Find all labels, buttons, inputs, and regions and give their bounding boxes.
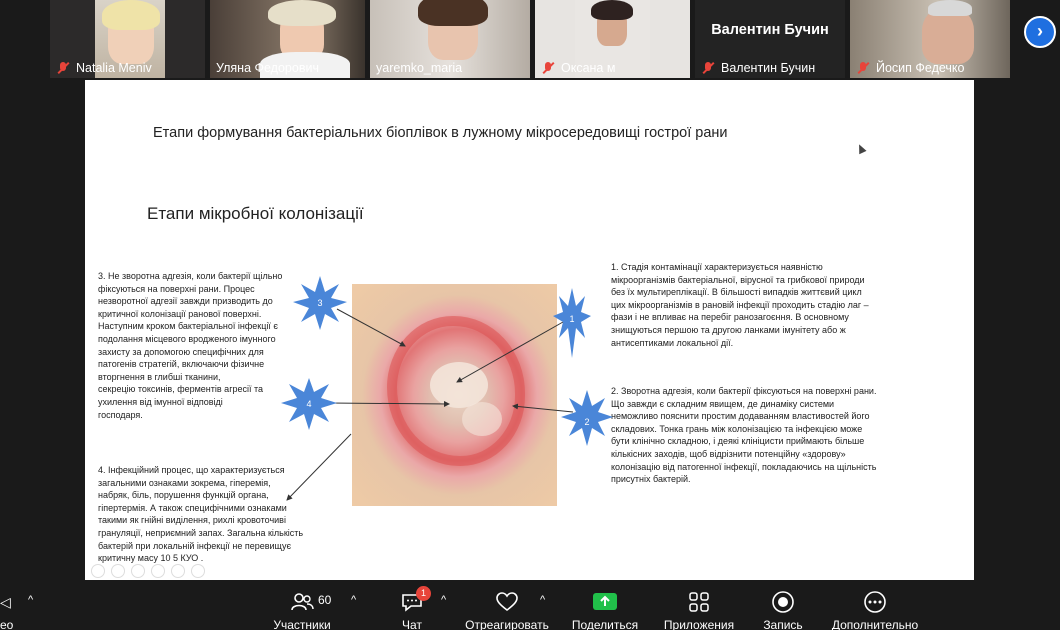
- mic-muted-icon: [701, 61, 715, 75]
- prev-slide-icon[interactable]: [91, 564, 105, 578]
- participants-icon: [291, 593, 314, 611]
- video-icon[interactable]: ◁: [0, 594, 11, 611]
- star-2: 2: [561, 390, 613, 446]
- apps-button[interactable]: Приложения: [660, 580, 738, 630]
- star-4: 4: [281, 378, 337, 430]
- participant-tile-valentyn[interactable]: Валентин Бучин Валентин Бучин: [695, 0, 845, 78]
- star-3: 3: [293, 276, 347, 330]
- next-slide-icon[interactable]: [111, 564, 125, 578]
- heart-icon: [496, 592, 518, 612]
- participant-hair: [928, 0, 972, 16]
- chat-unread-badge: 1: [416, 586, 431, 601]
- star-label: 4: [306, 399, 311, 409]
- meeting-toolbar: ◁ ео ^ Участники 60 ^ Чат 1 ^ Отреагиров…: [0, 580, 1060, 630]
- share-screen-icon: [593, 593, 617, 610]
- participant-name: Уляна Федорович: [216, 61, 319, 75]
- participant-label: Оксана м: [541, 61, 615, 75]
- participant-name: Natalia Meniv: [76, 61, 152, 75]
- participants-count: 60: [318, 593, 332, 607]
- chat-label: Чат: [402, 618, 422, 630]
- participant-hair: [418, 0, 488, 26]
- record-icon: [772, 591, 794, 613]
- slides-overview-icon[interactable]: [151, 564, 165, 578]
- participant-name: yaremko_maria: [376, 61, 463, 75]
- record-label: Запись: [763, 618, 803, 630]
- participant-label: yaremko_maria: [376, 61, 462, 75]
- more-options-icon[interactable]: [191, 564, 205, 578]
- participant-name: Йосип Федечко: [876, 61, 965, 75]
- more-icon: [864, 591, 886, 613]
- video-label-partial: ео: [0, 618, 14, 630]
- participant-face: [922, 8, 974, 64]
- participant-label: Валентин Бучин: [701, 61, 815, 75]
- participant-hair: [268, 0, 336, 26]
- participant-display-name: Валентин Бучин: [711, 22, 829, 38]
- shared-slide: Етапи формування бактеріальних біоплівок…: [85, 80, 974, 580]
- chat-options-caret[interactable]: ^: [441, 594, 446, 606]
- star-label: 1: [569, 314, 574, 324]
- participant-label: Йосип Федечко: [856, 61, 965, 75]
- record-button[interactable]: Запись: [756, 580, 810, 630]
- participants-label: Участники: [273, 618, 331, 630]
- zoom-meeting-window: Natalia Meniv Уляна Федорович yaremko_ma…: [0, 0, 1060, 630]
- star-1: 1: [553, 288, 591, 358]
- participant-hair: [102, 0, 160, 30]
- pen-icon[interactable]: [131, 564, 145, 578]
- participant-label: Natalia Meniv: [56, 61, 152, 75]
- slide-controls: [91, 564, 205, 578]
- star-label: 3: [317, 298, 322, 308]
- chevron-right-icon[interactable]: ›: [1024, 16, 1056, 48]
- participant-tile-yaremko[interactable]: yaremko_maria: [370, 0, 530, 78]
- participant-label: Уляна Федорович: [216, 61, 319, 75]
- zoom-icon[interactable]: [171, 564, 185, 578]
- video-options-caret[interactable]: ^: [28, 594, 33, 606]
- more-label: Дополнительно: [831, 618, 919, 630]
- participants-options-caret[interactable]: ^: [351, 594, 356, 606]
- apps-icon: [689, 592, 709, 612]
- participant-name: Оксана м: [561, 61, 616, 75]
- react-button[interactable]: Отреагировать: [462, 580, 552, 630]
- share-label: Поделиться: [571, 618, 639, 630]
- stage-diagram-overlay: 3 4 1 2: [281, 276, 613, 501]
- more-button[interactable]: Дополнительно: [826, 580, 924, 630]
- apps-label: Приложения: [663, 618, 735, 630]
- react-options-caret[interactable]: ^: [540, 594, 545, 606]
- mic-muted-icon: [541, 61, 555, 75]
- mic-muted-icon: [856, 61, 870, 75]
- participant-tile-natalia[interactable]: Natalia Meniv: [50, 0, 205, 78]
- share-screen-button[interactable]: Поделиться: [570, 580, 640, 630]
- participant-hair: [591, 0, 633, 20]
- react-label: Отреагировать: [465, 618, 549, 630]
- mic-muted-icon: [56, 61, 70, 75]
- participant-tile-oksana[interactable]: Оксана м: [535, 0, 690, 78]
- participant-name: Валентин Бучин: [721, 61, 816, 75]
- star-label: 2: [584, 417, 589, 427]
- participant-tile-ulyana[interactable]: Уляна Федорович: [210, 0, 365, 78]
- participant-tile-yosyp[interactable]: Йосип Федечко: [850, 0, 1010, 78]
- participant-strip: Natalia Meniv Уляна Федорович yaremko_ma…: [0, 0, 1060, 80]
